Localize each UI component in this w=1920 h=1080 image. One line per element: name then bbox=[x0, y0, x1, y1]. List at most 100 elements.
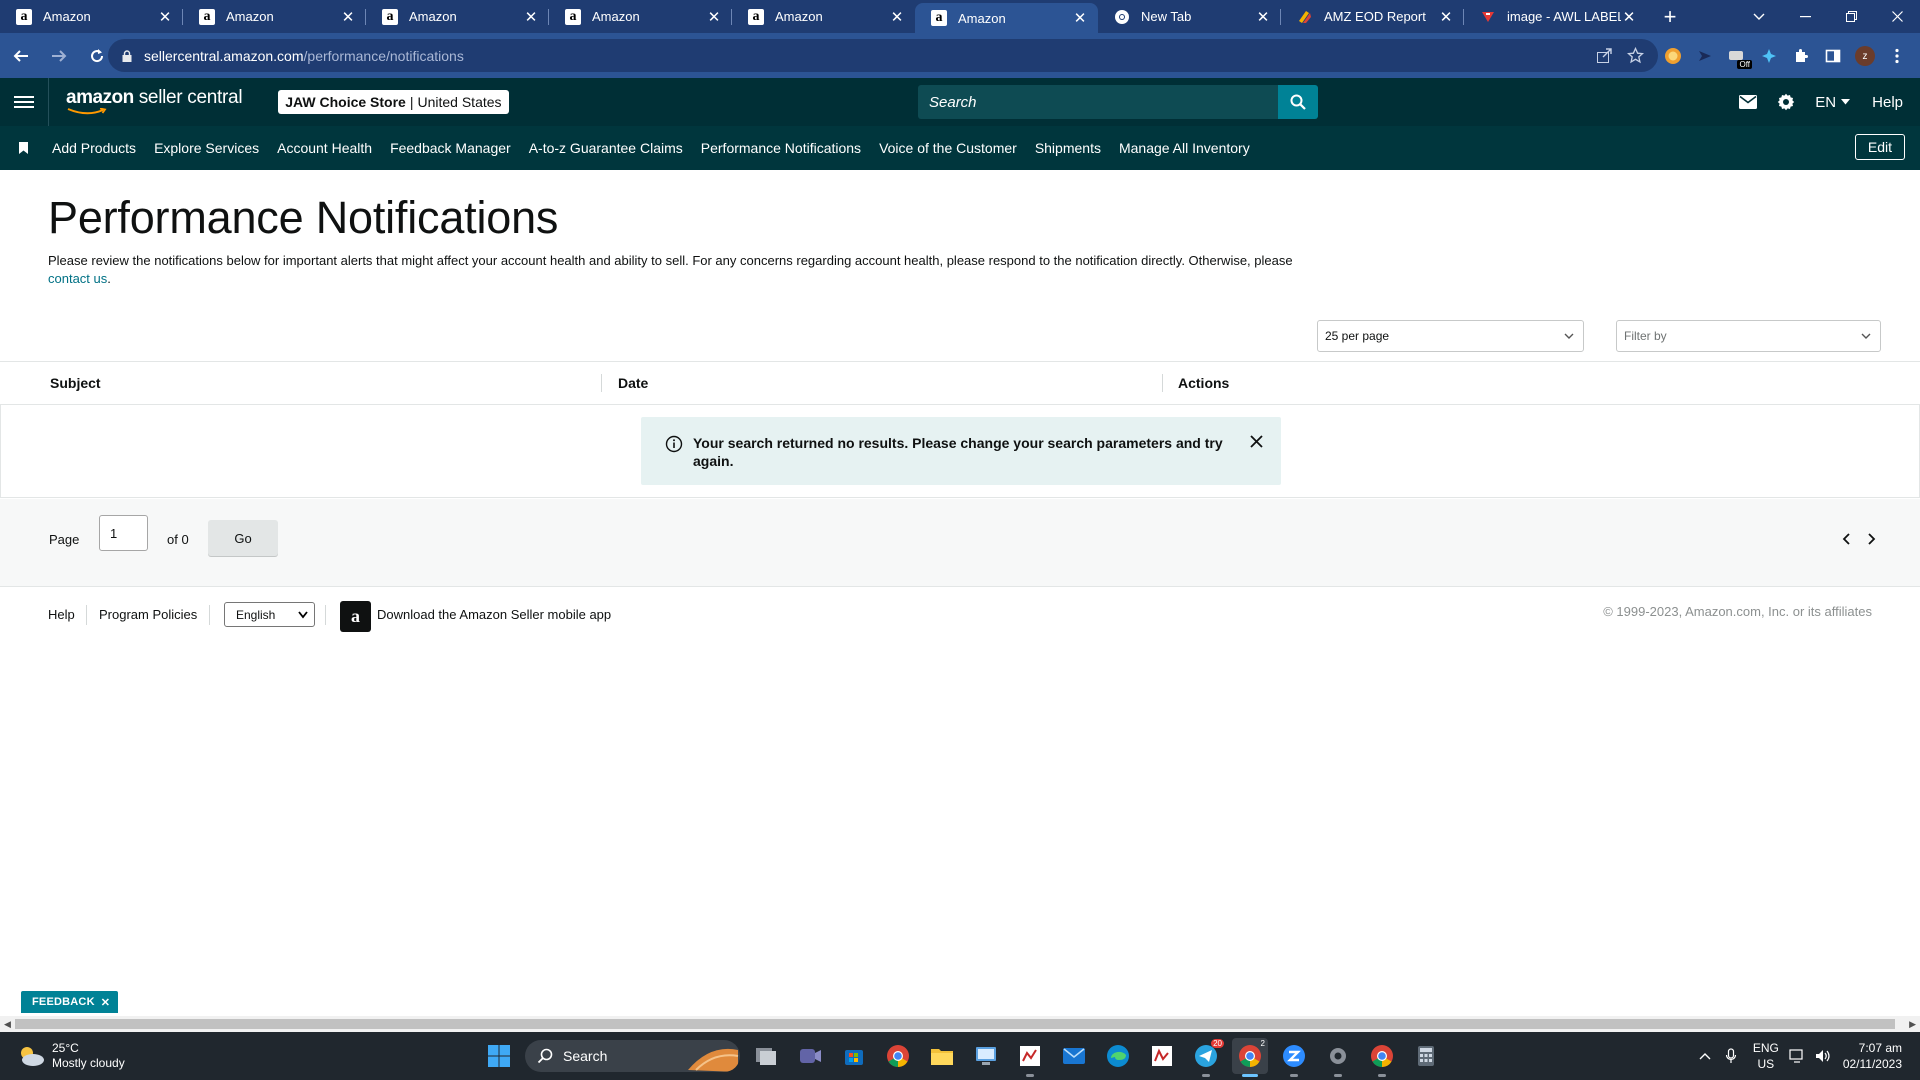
weather-widget[interactable]: 25°C Mostly cloudy bbox=[16, 1041, 125, 1071]
browser-tab[interactable]: image - AWL LABEL ✕ bbox=[1464, 0, 1647, 33]
telegram-icon[interactable]: 20 bbox=[1188, 1038, 1224, 1077]
download-app-link[interactable]: Download the Amazon Seller mobile app bbox=[377, 607, 611, 622]
chrome-icon[interactable]: 2 bbox=[1232, 1038, 1268, 1077]
input-language[interactable]: ENG US bbox=[1753, 1040, 1779, 1072]
horizontal-scrollbar[interactable]: ◀ ▶ bbox=[0, 1016, 1920, 1032]
file-manager-icon[interactable] bbox=[748, 1038, 784, 1074]
tray-overflow-icon[interactable] bbox=[1699, 1052, 1711, 1060]
browser-tab[interactable]: New Tab ✕ bbox=[1098, 0, 1281, 33]
amazon-seller-app-icon[interactable]: a bbox=[340, 601, 371, 632]
column-header-subject[interactable]: Subject bbox=[50, 375, 101, 391]
remote-desktop-icon[interactable] bbox=[968, 1038, 1004, 1074]
nav-item-manage-inventory[interactable]: Manage All Inventory bbox=[1119, 140, 1250, 156]
new-tab-button[interactable]: + bbox=[1655, 2, 1685, 32]
scrollbar-thumb[interactable] bbox=[15, 1019, 1895, 1029]
file-explorer-icon[interactable] bbox=[924, 1038, 960, 1074]
footer-help-link[interactable]: Help bbox=[48, 607, 75, 622]
browser-tab[interactable]: AMZ EOD Report ✕ bbox=[1281, 0, 1464, 33]
taskbar-search[interactable]: Search bbox=[525, 1040, 740, 1072]
store-switcher[interactable]: JAW Choice Store | United States bbox=[278, 90, 509, 114]
nav-item-voice-of-customer[interactable]: Voice of the Customer bbox=[879, 140, 1017, 156]
program-policies-link[interactable]: Program Policies bbox=[99, 607, 197, 622]
side-panel-icon[interactable] bbox=[1822, 45, 1844, 67]
calculator-icon[interactable] bbox=[1408, 1038, 1444, 1074]
search-button[interactable] bbox=[1278, 85, 1318, 119]
column-header-date[interactable]: Date bbox=[618, 375, 648, 391]
browser-tab[interactable]: a Amazon ✕ bbox=[732, 0, 915, 33]
share-icon[interactable] bbox=[1596, 47, 1613, 64]
close-tab-icon[interactable]: ✕ bbox=[1621, 9, 1637, 26]
nav-item-performance-notifications[interactable]: Performance Notifications bbox=[701, 140, 861, 156]
network-icon[interactable] bbox=[1789, 1048, 1807, 1064]
chart-app-icon[interactable] bbox=[1012, 1038, 1048, 1077]
close-tab-icon[interactable]: ✕ bbox=[157, 9, 173, 26]
hamburger-menu-icon[interactable] bbox=[14, 93, 34, 111]
filter-select[interactable]: Filter by bbox=[1616, 320, 1881, 352]
search-input[interactable] bbox=[918, 85, 1278, 119]
feedback-button[interactable]: FEEDBACK ✕ bbox=[21, 991, 119, 1013]
browser-tab[interactable]: a Amazon ✕ bbox=[0, 0, 183, 33]
language-selector[interactable]: EN bbox=[1815, 94, 1851, 111]
go-button[interactable]: Go bbox=[208, 520, 278, 556]
teams-meet-icon[interactable] bbox=[792, 1038, 828, 1074]
bookmark-icon[interactable] bbox=[19, 142, 28, 154]
close-tab-icon[interactable]: ✕ bbox=[1072, 10, 1088, 27]
browser-tab[interactable]: a Amazon ✕ bbox=[366, 0, 549, 33]
nav-item-add-products[interactable]: Add Products bbox=[52, 140, 136, 156]
microsoft-store-icon[interactable] bbox=[836, 1038, 872, 1074]
extension-arrow-icon[interactable] bbox=[1694, 45, 1716, 67]
restore-icon[interactable] bbox=[1828, 0, 1874, 33]
settings-gear-icon[interactable] bbox=[1320, 1038, 1356, 1077]
seller-central-logo[interactable]: amazon seller central bbox=[66, 87, 243, 115]
nav-item-feedback-manager[interactable]: Feedback Manager bbox=[390, 140, 511, 156]
footer-language-select[interactable]: English bbox=[224, 602, 315, 627]
chrome-icon[interactable] bbox=[1364, 1038, 1400, 1077]
chart-app-icon[interactable] bbox=[1144, 1038, 1180, 1074]
close-tab-icon[interactable]: ✕ bbox=[1438, 9, 1454, 26]
browser-tab-active[interactable]: a Amazon ✕ bbox=[915, 3, 1098, 33]
scroll-right-icon[interactable]: ▶ bbox=[1909, 1019, 1916, 1030]
nav-item-a-to-z-claims[interactable]: A-to-z Guarantee Claims bbox=[529, 140, 683, 156]
microphone-icon[interactable] bbox=[1725, 1048, 1737, 1064]
address-bar[interactable]: sellercentral.amazon.com/performance/not… bbox=[108, 39, 1658, 72]
profile-avatar[interactable]: z bbox=[1854, 45, 1876, 67]
close-tab-icon[interactable]: ✕ bbox=[889, 9, 905, 26]
edit-bookmarks-button[interactable]: Edit bbox=[1854, 134, 1905, 160]
nav-item-account-health[interactable]: Account Health bbox=[277, 140, 372, 156]
help-link[interactable]: Help bbox=[1872, 94, 1903, 111]
extension-circle-icon[interactable] bbox=[1662, 45, 1684, 67]
per-page-select[interactable]: 25 per page bbox=[1317, 320, 1584, 352]
close-tab-icon[interactable]: ✕ bbox=[523, 9, 539, 26]
extensions-puzzle-icon[interactable] bbox=[1790, 45, 1812, 67]
close-tab-icon[interactable]: ✕ bbox=[1255, 9, 1271, 26]
browser-tab[interactable]: a Amazon ✕ bbox=[183, 0, 366, 33]
close-window-icon[interactable] bbox=[1874, 0, 1920, 33]
scroll-left-icon[interactable]: ◀ bbox=[4, 1019, 11, 1030]
zoom-icon[interactable] bbox=[1276, 1038, 1312, 1077]
page-number-input[interactable] bbox=[99, 515, 148, 551]
volume-icon[interactable] bbox=[1815, 1048, 1831, 1064]
minimize-icon[interactable] bbox=[1782, 0, 1828, 33]
close-tab-icon[interactable]: ✕ bbox=[706, 9, 722, 26]
bookmark-star-icon[interactable] bbox=[1627, 47, 1644, 64]
forward-icon[interactable] bbox=[42, 39, 76, 73]
browser-menu-icon[interactable] bbox=[1886, 45, 1908, 67]
extension-puzzle-blue-icon[interactable] bbox=[1758, 45, 1780, 67]
extension-off-icon[interactable]: Off bbox=[1726, 45, 1752, 69]
nav-item-explore-services[interactable]: Explore Services bbox=[154, 140, 259, 156]
browser-tab[interactable]: a Amazon ✕ bbox=[549, 0, 732, 33]
next-page-icon[interactable] bbox=[1866, 533, 1876, 545]
edge-icon[interactable] bbox=[1100, 1038, 1136, 1074]
back-icon[interactable] bbox=[4, 39, 38, 73]
mail-icon[interactable] bbox=[1056, 1038, 1092, 1074]
contact-us-link[interactable]: contact us bbox=[48, 271, 107, 286]
close-feedback-icon[interactable]: ✕ bbox=[101, 996, 110, 1009]
chrome-icon[interactable] bbox=[880, 1038, 916, 1074]
close-alert-icon[interactable] bbox=[1250, 435, 1263, 448]
tab-search-icon[interactable] bbox=[1736, 0, 1782, 33]
mail-icon[interactable] bbox=[1739, 95, 1758, 109]
settings-gear-icon[interactable] bbox=[1777, 93, 1795, 111]
lock-icon[interactable] bbox=[122, 49, 132, 62]
close-tab-icon[interactable]: ✕ bbox=[340, 9, 356, 26]
previous-page-icon[interactable] bbox=[1842, 533, 1852, 545]
